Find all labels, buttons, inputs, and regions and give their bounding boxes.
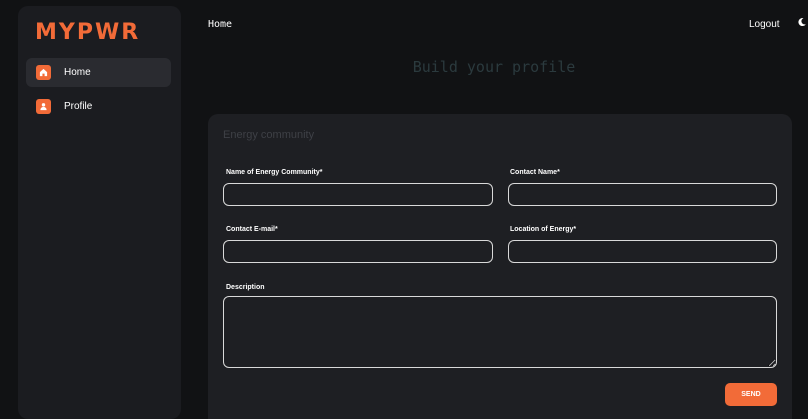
contact-email-input[interactable] (223, 240, 493, 263)
user-icon (36, 99, 51, 114)
sidebar-item-label: Home (64, 67, 91, 78)
sidebar: MYPWR Home Profile (18, 6, 181, 419)
page-title: Home (208, 19, 233, 30)
location-label: Location of Energy* (510, 226, 577, 233)
contact-email-label: Contact E-mail* (226, 226, 278, 233)
sidebar-item-home[interactable]: Home (26, 58, 171, 87)
sidebar-item-label: Profile (64, 101, 93, 112)
form-title: Energy community (223, 129, 315, 141)
send-button[interactable]: SEND (725, 383, 777, 406)
profile-heading: Build your profile (412, 58, 576, 76)
energy-community-form: Energy community Name of Energy Communit… (208, 114, 792, 419)
description-label: Description (226, 284, 265, 291)
sidebar-item-profile[interactable]: Profile (26, 92, 171, 121)
contact-name-input[interactable] (508, 183, 777, 206)
community-name-label: Name of Energy Community* (226, 169, 323, 176)
contact-name-label: Contact Name* (510, 169, 560, 176)
description-textarea[interactable] (223, 296, 777, 368)
logout-button[interactable]: Logout (749, 19, 780, 30)
home-icon (36, 65, 51, 80)
location-input[interactable] (508, 240, 777, 263)
community-name-input[interactable] (223, 183, 493, 206)
app-logo: MYPWR (35, 20, 141, 45)
moon-icon[interactable] (797, 17, 807, 27)
